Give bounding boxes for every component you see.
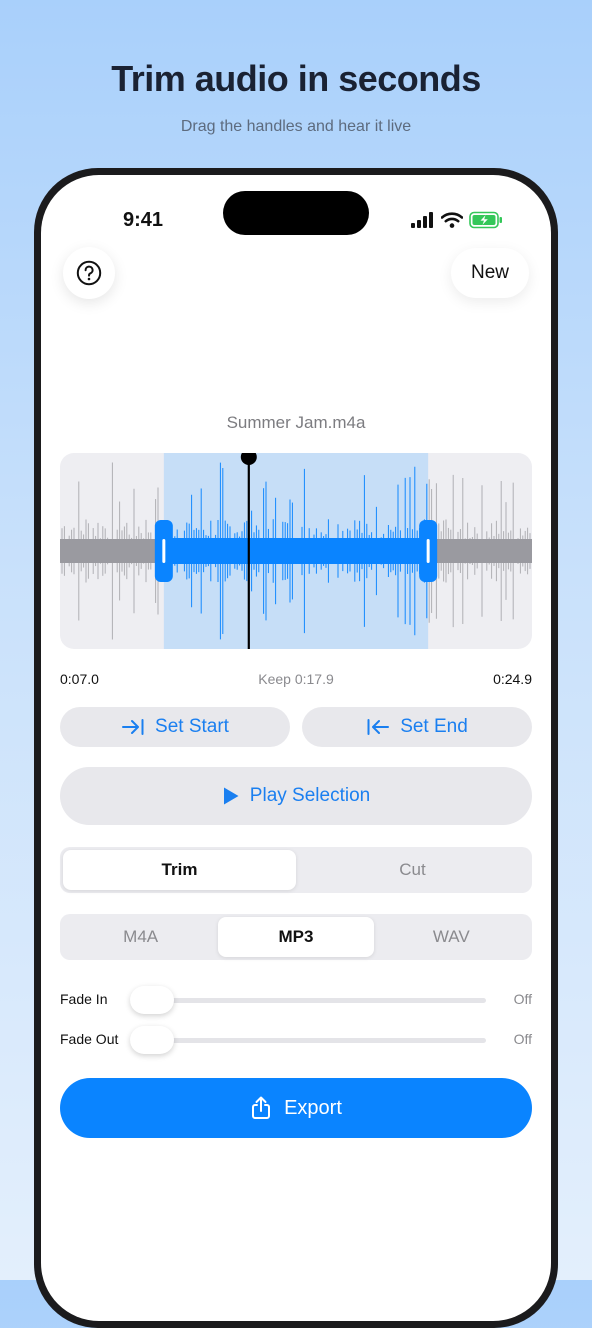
- question-mark-icon: [76, 260, 102, 286]
- set-start-label: Set Start: [155, 716, 229, 737]
- unselected-band-right: [428, 539, 532, 563]
- selected-band: [163, 538, 429, 564]
- status-icons: [411, 211, 503, 229]
- end-time: 0:24.9: [493, 671, 532, 687]
- fade-out-value: Off: [513, 1031, 532, 1047]
- fade-in-label: Fade In: [60, 991, 108, 1007]
- wifi-icon: [441, 212, 463, 228]
- app-screen: 9:41 New Summer Jam.m4a 0:07.0 Keep 0:17…: [41, 175, 551, 1321]
- waveform-editor[interactable]: [60, 453, 532, 649]
- mode-option-cut[interactable]: Cut: [296, 850, 529, 890]
- dynamic-island: [223, 191, 369, 235]
- play-icon: [223, 787, 239, 805]
- export-button[interactable]: Export: [60, 1078, 532, 1138]
- waveform-canvas[interactable]: [60, 453, 532, 649]
- help-button[interactable]: [63, 247, 115, 299]
- status-time: 9:41: [123, 209, 164, 231]
- cellular-signal-icon: [411, 212, 433, 228]
- format-option-mp3[interactable]: MP3: [218, 917, 374, 957]
- mode-segmented-control: Trim Cut: [60, 847, 532, 893]
- arrow-to-left-bar-icon: [367, 719, 390, 735]
- set-end-button[interactable]: Set End: [302, 707, 532, 747]
- fade-in-slider-knob[interactable]: [130, 986, 174, 1014]
- fade-out-label: Fade Out: [60, 1031, 119, 1047]
- fade-in-track[interactable]: [130, 998, 486, 1003]
- time-readout: 0:07.0 Keep 0:17.9 0:24.9: [60, 671, 532, 691]
- play-selection-button[interactable]: Play Selection: [60, 767, 532, 825]
- battery-charging-icon: [469, 211, 502, 229]
- share-icon: [252, 1096, 271, 1119]
- fade-out-track[interactable]: [130, 1038, 486, 1043]
- format-segmented-control: M4A MP3 WAV: [60, 914, 532, 960]
- fade-in-row: Fade In Off: [60, 986, 532, 1014]
- play-selection-label: Play Selection: [249, 785, 371, 806]
- arrow-to-right-bar-icon: [122, 719, 144, 735]
- export-label: Export: [284, 1096, 342, 1119]
- phone-frame: 9:41 New Summer Jam.m4a 0:07.0 Keep 0:17…: [34, 168, 558, 1328]
- set-end-label: Set End: [400, 716, 468, 737]
- unselected-band-left: [60, 539, 164, 563]
- hero-subtitle: Drag the handles and hear it live: [180, 118, 412, 135]
- format-option-wav[interactable]: WAV: [374, 917, 529, 957]
- mode-option-trim[interactable]: Trim: [63, 850, 296, 890]
- hero-title: Trim audio in seconds: [111, 58, 481, 99]
- new-button[interactable]: New: [451, 248, 529, 298]
- fade-out-slider-knob[interactable]: [130, 1026, 174, 1054]
- keep-duration: Keep 0:17.9: [258, 671, 334, 687]
- end-handle-grip: [426, 539, 430, 563]
- fade-in-value: Off: [513, 991, 532, 1007]
- format-option-m4a[interactable]: M4A: [63, 917, 218, 957]
- start-handle-grip: [162, 539, 166, 563]
- set-start-button[interactable]: Set Start: [60, 707, 290, 747]
- file-name: Summer Jam.m4a: [226, 413, 366, 432]
- fade-out-row: Fade Out Off: [60, 1026, 532, 1054]
